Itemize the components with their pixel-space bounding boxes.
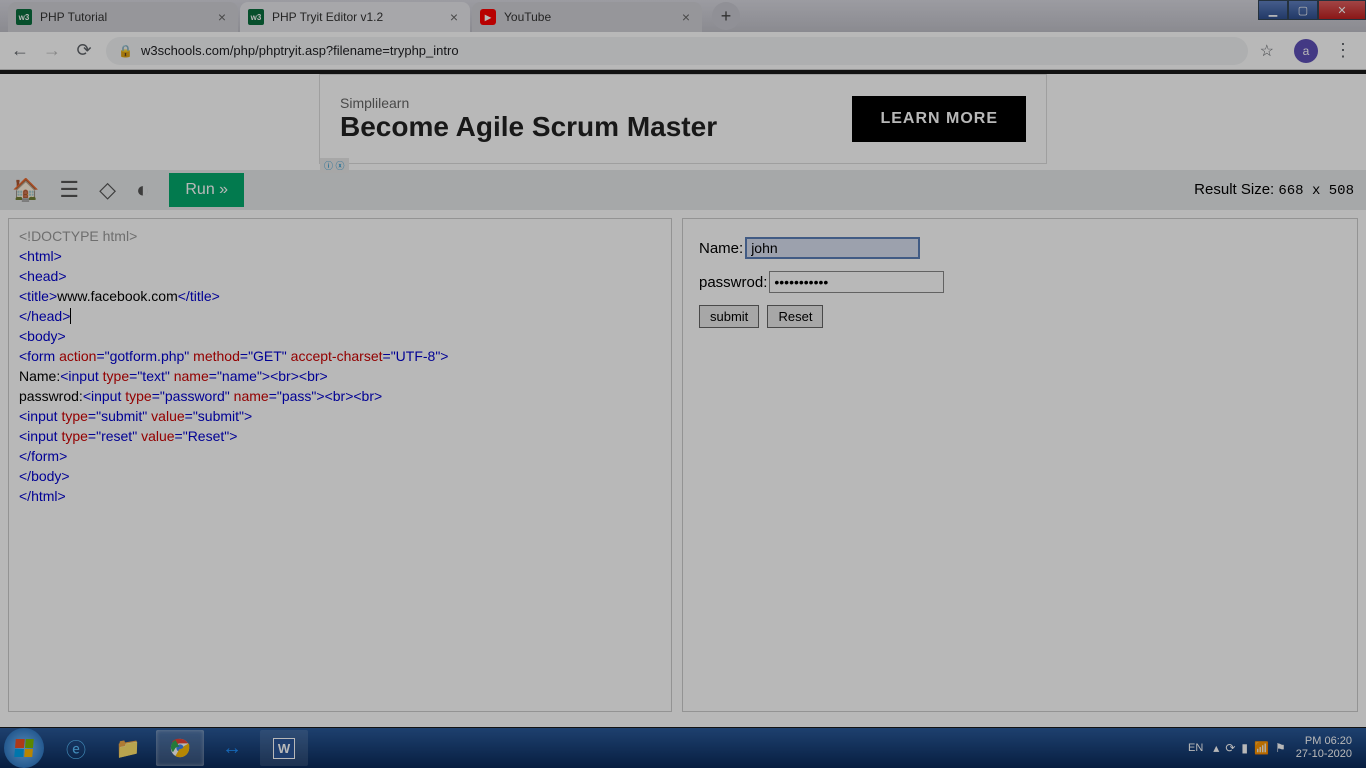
tab-title: YouTube	[504, 10, 678, 24]
name-row: Name:	[699, 237, 1341, 259]
w3-favicon-icon: w3	[248, 9, 264, 25]
window-minimize-button[interactable]: ▁	[1258, 0, 1288, 20]
start-button[interactable]	[4, 728, 44, 768]
theme-icon[interactable]: ◐	[136, 177, 149, 203]
tray-battery-icon[interactable]: ▮	[1241, 741, 1248, 755]
taskbar-word[interactable]: W	[260, 730, 308, 766]
system-tray: EN ▴ ⟳ ▮ 📶 ⚑ PM 06:20 27-10-2020	[1188, 735, 1362, 761]
chrome-menu-button[interactable]: ⋮	[1330, 40, 1356, 61]
ad-brand: Simplilearn	[340, 95, 717, 111]
close-icon[interactable]: ×	[678, 9, 694, 25]
result-size-label: Result Size: 668 x 508	[1194, 181, 1354, 199]
taskbar-ie[interactable]: ⓔ	[52, 730, 100, 766]
ad-info-icon[interactable]: ⓘ ⓧ	[320, 158, 349, 173]
password-input[interactable]	[769, 271, 944, 293]
ad-banner[interactable]: Simplilearn Become Agile Scrum Master LE…	[319, 74, 1047, 164]
back-button[interactable]: ←	[10, 41, 30, 61]
new-tab-button[interactable]: +	[712, 2, 740, 30]
chrome-icon	[169, 737, 191, 759]
tray-flag-icon[interactable]: ⚑	[1275, 741, 1286, 755]
tray-sync-icon[interactable]: ⟳	[1225, 741, 1235, 755]
name-label: Name:	[699, 240, 743, 257]
home-icon[interactable]: 🏠	[12, 177, 39, 203]
menu-icon[interactable]: ☰	[59, 177, 79, 203]
url-input[interactable]: 🔒 w3schools.com/php/phptryit.asp?filenam…	[106, 37, 1248, 65]
youtube-favicon-icon: ▶	[480, 9, 496, 25]
tray-icons: ▴ ⟳ ▮ 📶 ⚑	[1213, 741, 1285, 755]
taskbar-chrome[interactable]	[156, 730, 204, 766]
rotate-icon[interactable]: ◇	[99, 177, 116, 203]
button-row	[699, 305, 1341, 328]
bookmark-star-icon[interactable]: ☆	[1260, 41, 1274, 61]
editor-split: <!DOCTYPE html> <html> <head> <title>www…	[0, 210, 1366, 720]
windows-taskbar: ⓔ 📁 ↔ W EN ▴ ⟳ ▮ 📶 ⚑ PM 06:20 27-10-2020	[0, 728, 1366, 768]
tray-clock[interactable]: PM 06:20 27-10-2020	[1296, 735, 1352, 761]
password-label: passwrod:	[699, 274, 767, 291]
run-button[interactable]: Run »	[169, 173, 244, 207]
tray-lang[interactable]: EN	[1188, 742, 1203, 754]
tab-php-tryit[interactable]: w3 PHP Tryit Editor v1.2 ×	[240, 2, 470, 32]
code-editor[interactable]: <!DOCTYPE html> <html> <head> <title>www…	[8, 218, 672, 712]
reload-button[interactable]: ⟳	[74, 41, 94, 61]
tray-up-icon[interactable]: ▴	[1213, 741, 1219, 755]
browser-tab-strip: w3 PHP Tutorial × w3 PHP Tryit Editor v1…	[0, 0, 1366, 32]
profile-avatar[interactable]: a	[1294, 39, 1318, 63]
close-icon[interactable]: ×	[214, 9, 230, 25]
taskbar-explorer[interactable]: 📁	[104, 730, 152, 766]
taskbar-teamviewer[interactable]: ↔	[208, 730, 256, 766]
w3-favicon-icon: w3	[16, 9, 32, 25]
tab-youtube[interactable]: ▶ YouTube ×	[472, 2, 702, 32]
address-bar: ← → ⟳ 🔒 w3schools.com/php/phptryit.asp?f…	[0, 32, 1366, 70]
windows-logo-icon	[14, 739, 34, 757]
window-maximize-button[interactable]: ▢	[1288, 0, 1318, 20]
tab-title: PHP Tutorial	[40, 10, 214, 24]
submit-button[interactable]	[699, 305, 759, 328]
tray-network-icon[interactable]: 📶	[1254, 741, 1269, 755]
result-pane: Name: passwrod:	[682, 218, 1358, 712]
url-text: w3schools.com/php/phptryit.asp?filename=…	[141, 43, 459, 58]
window-close-button[interactable]: ✕	[1318, 0, 1366, 20]
forward-button[interactable]: →	[42, 41, 62, 61]
ad-cta-button[interactable]: LEARN MORE	[852, 96, 1026, 142]
page-content: Simplilearn Become Agile Scrum Master LE…	[0, 74, 1366, 727]
ad-headline: Become Agile Scrum Master	[340, 111, 717, 143]
reset-button[interactable]	[767, 305, 823, 328]
editor-toolbar: 🏠 ☰ ◇ ◐ Run » Result Size: 668 x 508	[0, 170, 1366, 210]
tab-title: PHP Tryit Editor v1.2	[272, 10, 446, 24]
lock-icon: 🔒	[118, 44, 133, 58]
close-icon[interactable]: ×	[446, 9, 462, 25]
tab-php-tutorial[interactable]: w3 PHP Tutorial ×	[8, 2, 238, 32]
name-input[interactable]	[745, 237, 920, 259]
password-row: passwrod:	[699, 271, 1341, 293]
window-controls: ▁ ▢ ✕	[1258, 0, 1366, 20]
